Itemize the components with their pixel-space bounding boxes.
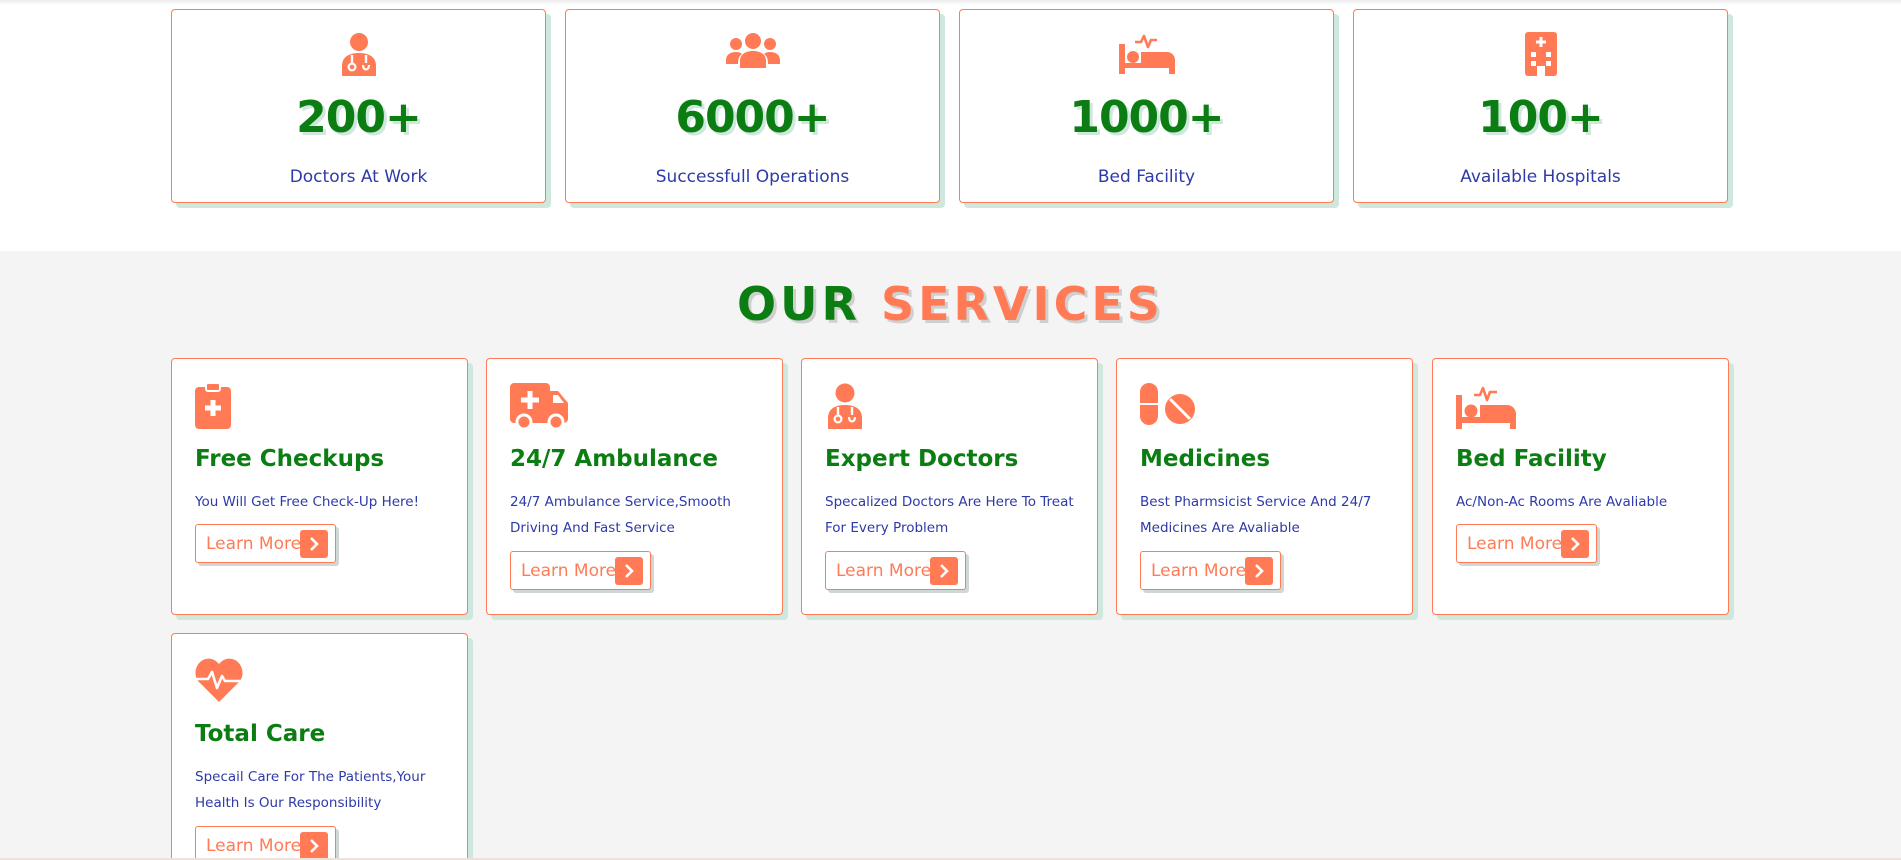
stat-value: 100+ (1478, 92, 1604, 143)
services-heading: OUR SERVICES (0, 277, 1901, 331)
service-card-expert-doctors: Expert Doctors Specalized Doctors Are He… (801, 358, 1098, 615)
hospital-bed-icon (1118, 32, 1175, 78)
learn-more-button[interactable]: Learn More (825, 551, 966, 590)
doctor-icon (825, 383, 865, 433)
service-description: You Will Get Free Check-Up Here! (195, 494, 420, 510)
service-card-total-care: Total Care Specail Care For The Patients… (171, 633, 468, 860)
doctor-icon (339, 32, 379, 80)
learn-more-label: Learn More (206, 835, 302, 856)
learn-more-button[interactable]: Learn More (1140, 551, 1281, 590)
stat-card-hospitals: 100+ Available Hospitals (1353, 9, 1728, 203)
service-card-free-checkups: Free Checkups You Will Get Free Check-Up… (171, 358, 468, 615)
chevron-right-icon (1561, 530, 1589, 558)
service-title: Free Checkups (195, 446, 385, 472)
service-title: Bed Facility (1456, 446, 1607, 472)
stat-label: Successfull Operations (655, 167, 850, 187)
service-card-bed-facility: Bed Facility Ac/Non-Ac Rooms Are Avaliab… (1432, 358, 1729, 615)
heading-word-services: SERVICES (880, 277, 1164, 331)
stat-value: 200+ (296, 92, 422, 143)
service-card-medicines: Medicines Best Pharmsicist Service And 2… (1116, 358, 1413, 615)
service-description: Best Pharmsicist Service And 24/7 Medici… (1140, 494, 1372, 536)
service-card-ambulance: 24/7 Ambulance 24/7 Ambulance Service,Sm… (486, 358, 783, 615)
ambulance-icon (510, 383, 570, 433)
chevron-right-icon (930, 557, 958, 585)
stat-value: 6000+ (675, 92, 830, 143)
service-description: 24/7 Ambulance Service,Smooth Driving An… (510, 494, 731, 536)
clipboard-plus-icon (195, 382, 231, 433)
learn-more-button[interactable]: Learn More (195, 524, 336, 563)
stat-label: Available Hospitals (1460, 167, 1621, 187)
learn-more-button[interactable]: Learn More (510, 551, 651, 590)
service-description: Specail Care For The Patients,Your Healt… (195, 769, 426, 811)
stat-value: 1000+ (1069, 92, 1224, 143)
service-description: Ac/Non-Ac Rooms Are Avaliable (1456, 494, 1668, 510)
services-section: OUR SERVICES Free Checkups You Will Get … (0, 251, 1901, 860)
stat-card-operations: 6000+ Successfull Operations (565, 9, 940, 203)
users-group-icon (725, 32, 780, 72)
learn-more-label: Learn More (836, 560, 932, 581)
hospital-bed-icon (1456, 383, 1516, 433)
learn-more-label: Learn More (521, 560, 617, 581)
learn-more-button[interactable]: Learn More (195, 826, 336, 860)
stat-label: Doctors At Work (289, 167, 428, 187)
learn-more-label: Learn More (1151, 560, 1247, 581)
learn-more-button[interactable]: Learn More (1456, 524, 1597, 563)
heading-word-our: OUR (737, 277, 861, 331)
stat-card-beds: 1000+ Bed Facility (959, 9, 1334, 203)
stats-section: 200+ Doctors At Work 6000+ Successfull O… (0, 0, 1901, 251)
service-title: Medicines (1140, 446, 1271, 472)
chevron-right-icon (300, 530, 328, 558)
stat-label: Bed Facility (1097, 167, 1196, 187)
chevron-right-icon (615, 557, 643, 585)
stat-card-doctors: 200+ Doctors At Work (171, 9, 546, 203)
chevron-right-icon (1245, 557, 1273, 585)
learn-more-label: Learn More (1467, 533, 1563, 554)
header-shadow (0, 0, 1901, 5)
chevron-right-icon (300, 832, 328, 860)
hospital-building-icon (1522, 32, 1560, 80)
service-title: 24/7 Ambulance (510, 446, 719, 472)
learn-more-label: Learn More (206, 533, 302, 554)
service-title: Expert Doctors (825, 446, 1019, 472)
service-title: Total Care (195, 721, 326, 747)
heart-pulse-icon (195, 658, 243, 706)
pills-icon (1140, 383, 1196, 431)
service-description: Specalized Doctors Are Here To Treat For… (825, 494, 1074, 536)
